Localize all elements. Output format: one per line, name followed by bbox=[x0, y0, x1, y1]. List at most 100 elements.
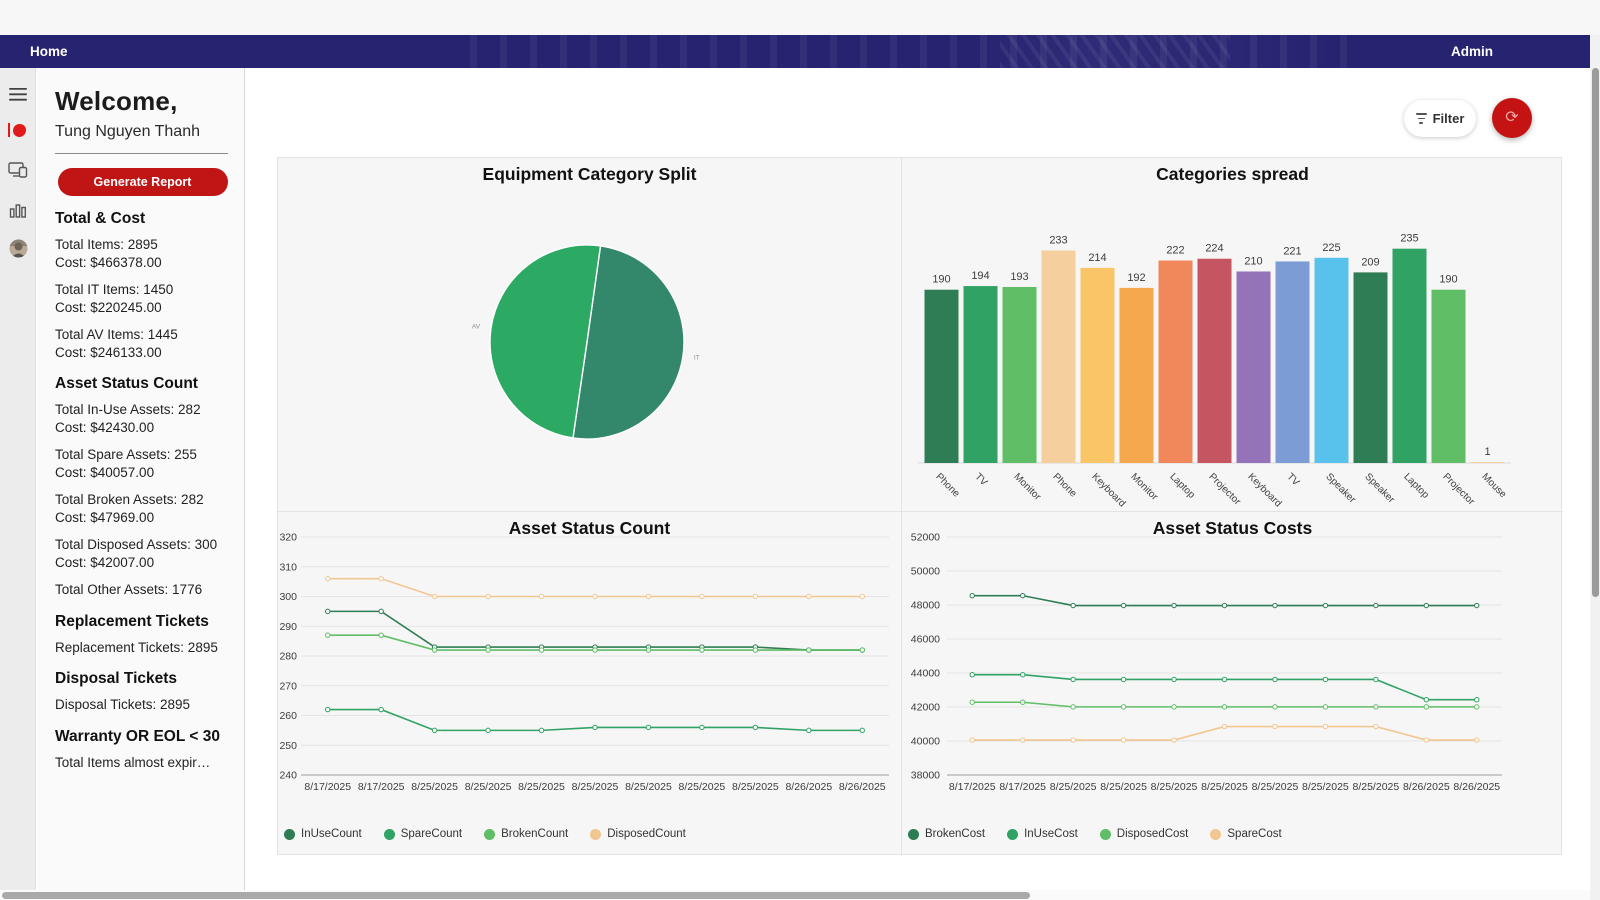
panel-section-heading: Disposal Tickets bbox=[55, 670, 178, 687]
svg-text:8/25/2025: 8/25/2025 bbox=[572, 781, 619, 793]
stats-sections: Total & Cost Total Items: 2895 Cost: $4663… bbox=[55, 210, 230, 771]
legend-item[interactable]: SpareCost bbox=[1210, 828, 1282, 840]
summary-panel: Welcome, Tung Nguyen Thanh Generate Repo… bbox=[37, 68, 245, 890]
svg-text:8/26/2025: 8/26/2025 bbox=[785, 781, 832, 793]
panel-divider bbox=[55, 153, 228, 154]
filter-button[interactable]: Filter bbox=[1404, 100, 1476, 137]
svg-text:233: 233 bbox=[1049, 235, 1067, 247]
svg-text:8/17/2025: 8/17/2025 bbox=[358, 781, 405, 793]
svg-text:210: 210 bbox=[1244, 255, 1262, 267]
svg-text:AV: AV bbox=[472, 324, 481, 331]
svg-text:8/25/2025: 8/25/2025 bbox=[1201, 781, 1248, 793]
svg-text:Phone: Phone bbox=[933, 471, 962, 500]
svg-text:192: 192 bbox=[1127, 272, 1145, 284]
svg-text:Speaker: Speaker bbox=[1323, 471, 1358, 506]
svg-text:44000: 44000 bbox=[911, 668, 940, 680]
svg-text:38000: 38000 bbox=[911, 770, 940, 782]
svg-text:Monitor: Monitor bbox=[1128, 471, 1160, 503]
stat-item: Replacement Tickets: 2895 bbox=[55, 639, 218, 655]
svg-text:320: 320 bbox=[279, 532, 297, 544]
svg-text:Projector: Projector bbox=[1206, 471, 1243, 508]
legend-item[interactable]: BrokenCount bbox=[484, 828, 568, 840]
svg-text:Monitor: Monitor bbox=[1011, 471, 1043, 503]
stat-item: Total AV Items: 1445 Cost: $246133.00 bbox=[55, 327, 178, 360]
svg-text:194: 194 bbox=[971, 270, 989, 282]
asset-status-costs-lines: 38000 40000 42000 44000 46000 48000 50000 52000… bbox=[911, 532, 1502, 793]
panel-section-heading: Warranty OR EOL < 30 bbox=[55, 727, 220, 745]
legend-item[interactable]: InUseCount bbox=[284, 828, 362, 840]
svg-text:48000: 48000 bbox=[911, 600, 940, 612]
legend-item[interactable]: BrokenCost bbox=[908, 828, 985, 840]
horizontal-scrollbar[interactable] bbox=[0, 890, 1590, 900]
svg-text:8/17/2025: 8/17/2025 bbox=[304, 781, 351, 793]
svg-text:190: 190 bbox=[932, 274, 950, 286]
svg-text:190: 190 bbox=[1439, 274, 1457, 286]
legend-item[interactable]: SpareCount bbox=[383, 828, 462, 840]
svg-text:8/25/2025: 8/25/2025 bbox=[1353, 781, 1400, 793]
vertical-scrollbar-thumb[interactable] bbox=[1591, 68, 1599, 597]
stat-item: Total Broken Assets: 282 Cost: $47969.00 bbox=[55, 492, 204, 525]
legend-marker bbox=[908, 828, 919, 840]
legend-label: DisposedCost bbox=[1116, 828, 1189, 840]
stat-item: Total Items almost expir… bbox=[55, 754, 211, 770]
navbar-background-image-streaks bbox=[1000, 35, 1230, 68]
charts-card: Equipment Category Split IT AV Categories… bbox=[277, 157, 1563, 856]
bar-chart-icon[interactable] bbox=[0, 196, 36, 224]
legend-label: BrokenCount bbox=[501, 828, 569, 840]
svg-text:8/25/2025: 8/25/2025 bbox=[518, 781, 565, 793]
svg-text:260: 260 bbox=[279, 710, 297, 722]
svg-text:1: 1 bbox=[1484, 446, 1490, 458]
svg-text:310: 310 bbox=[279, 561, 297, 573]
stat-item: Total IT Items: 1450 Cost: $220245.00 bbox=[55, 282, 174, 315]
svg-text:8/17/2025: 8/17/2025 bbox=[949, 781, 996, 793]
svg-text:40000: 40000 bbox=[911, 736, 940, 748]
svg-text:52000: 52000 bbox=[911, 532, 940, 544]
legend-marker bbox=[590, 828, 602, 840]
refresh-button[interactable]: ⟳ bbox=[1492, 98, 1532, 138]
welcome-user-name: Tung Nguyen Thanh bbox=[55, 123, 200, 140]
menu-icon[interactable] bbox=[0, 80, 36, 108]
stat-item: Total In-Use Assets: 282 Cost: $42430.00 bbox=[55, 402, 201, 435]
legend-marker bbox=[484, 828, 496, 840]
svg-text:42000: 42000 bbox=[911, 702, 940, 714]
svg-text:8/25/2025: 8/25/2025 bbox=[1151, 781, 1198, 793]
legend-item[interactable]: DisposedCost bbox=[1099, 828, 1189, 840]
svg-text:8/25/2025: 8/25/2025 bbox=[679, 781, 726, 793]
svg-text:Laptop: Laptop bbox=[1401, 471, 1431, 501]
svg-text:Keyboard: Keyboard bbox=[1089, 471, 1127, 509]
pie-chart-panel: Equipment Category Split IT AV bbox=[278, 158, 901, 511]
legend-label: BrokenCost bbox=[925, 828, 986, 840]
svg-text:8/25/2025: 8/25/2025 bbox=[1302, 781, 1349, 793]
devices-icon[interactable] bbox=[0, 156, 36, 184]
stat-item: Total Items: 2895 Cost: $466378.00 bbox=[55, 237, 162, 270]
panel-section-heading: Total & Cost bbox=[55, 210, 146, 227]
legend-label: DisposedCount bbox=[607, 828, 686, 840]
svg-text:Mouse: Mouse bbox=[1479, 471, 1508, 500]
horizontal-scrollbar-thumb[interactable] bbox=[2, 891, 1030, 899]
legend-marker bbox=[1099, 828, 1111, 840]
svg-text:8/25/2025: 8/25/2025 bbox=[732, 781, 779, 793]
panel-section-heading: Asset Status Count bbox=[55, 375, 198, 392]
bar-chart-panel: Categories spread 190 Phone 194 TV 193 Monito… bbox=[902, 158, 1563, 511]
legend-item[interactable]: DisposedCount bbox=[590, 828, 686, 840]
vertical-scrollbar[interactable] bbox=[1590, 35, 1600, 900]
generate-report-button[interactable]: Generate Report bbox=[57, 168, 228, 196]
svg-text:8/25/2025: 8/25/2025 bbox=[1100, 781, 1147, 793]
main-content: Filter ⟳ Equipment Category Split IT AV C… bbox=[246, 68, 1590, 890]
nav-admin-link[interactable]: Admin bbox=[1451, 35, 1493, 68]
svg-text:TV: TV bbox=[1284, 471, 1301, 488]
svg-text:Projector: Projector bbox=[1440, 471, 1477, 508]
svg-text:270: 270 bbox=[279, 680, 297, 692]
legend-item[interactable]: InUseCost bbox=[1007, 828, 1078, 840]
nav-home-link[interactable]: Home bbox=[30, 35, 68, 68]
active-dashboard-icon[interactable] bbox=[0, 116, 36, 144]
svg-text:8/26/2025: 8/26/2025 bbox=[1403, 781, 1450, 793]
user-avatar[interactable] bbox=[0, 234, 36, 262]
svg-text:Phone: Phone bbox=[1050, 471, 1079, 500]
svg-text:209: 209 bbox=[1361, 256, 1379, 268]
top-navbar: Home Admin bbox=[0, 35, 1593, 68]
svg-text:280: 280 bbox=[279, 651, 297, 663]
svg-text:8/25/2025: 8/25/2025 bbox=[1252, 781, 1299, 793]
legend-label: SpareCost bbox=[1227, 828, 1282, 840]
svg-text:222: 222 bbox=[1166, 245, 1184, 257]
